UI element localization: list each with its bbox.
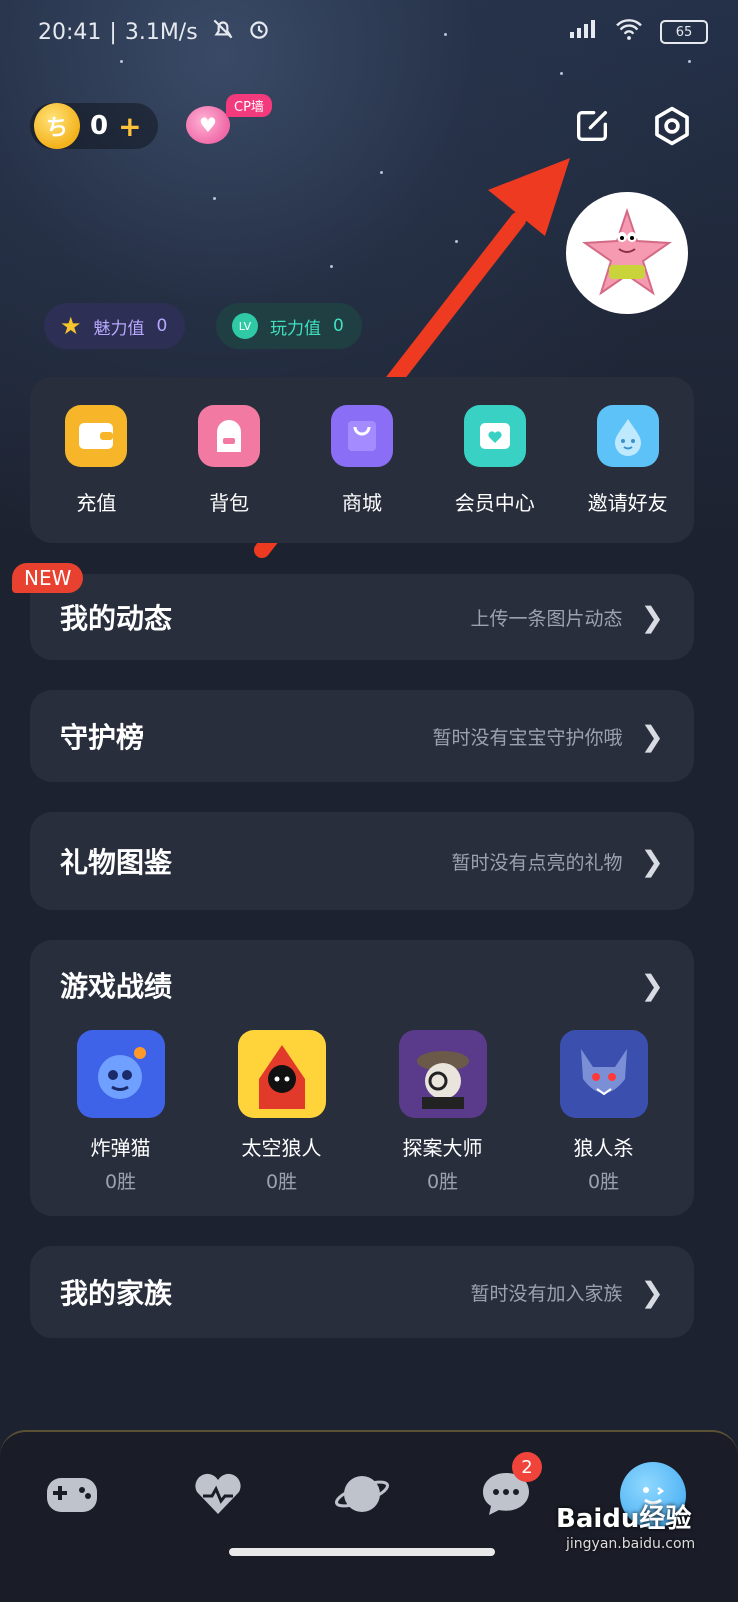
add-coins-icon[interactable]: + — [118, 110, 141, 143]
chevron-right-icon: ❯ — [640, 600, 664, 634]
tab-activity[interactable] — [186, 1462, 250, 1526]
chevron-right-icon: ❯ — [640, 719, 664, 753]
heart-pulse-icon — [195, 1473, 241, 1514]
avatar[interactable] — [566, 192, 688, 314]
settings-icon[interactable] — [648, 102, 696, 150]
my-family-title: 我的家族 — [60, 1277, 173, 1310]
my-moments-title: 我的动态 — [60, 602, 173, 635]
wallet-icon — [65, 405, 128, 467]
recharge-label: 充值 — [76, 491, 117, 515]
game-wins: 0胜 — [426, 1171, 459, 1193]
wallet-pill[interactable]: ち 0 + — [30, 103, 158, 149]
wifi-icon — [614, 17, 644, 47]
watermark-url: jingyan.baidu.com — [566, 1536, 696, 1552]
backpack-label: 背包 — [209, 491, 250, 515]
game-wins: 0胜 — [587, 1171, 620, 1193]
new-badge: NEW — [12, 563, 84, 593]
recharge-button[interactable]: 充值 — [36, 405, 156, 516]
gift-album-row[interactable]: 礼物图鉴 暂时没有点亮的礼物 ❯ — [30, 812, 694, 910]
detective-icon — [398, 1030, 487, 1118]
star-icon: ★ — [60, 312, 82, 340]
battery-icon: 65 — [660, 20, 708, 44]
shopping-bag-icon — [330, 405, 393, 467]
signal-icon — [568, 18, 598, 46]
game-name: 探案大师 — [402, 1136, 483, 1160]
coin-balance: 0 — [90, 111, 109, 141]
chevron-right-icon: ❯ — [640, 968, 664, 1002]
shop-button[interactable]: 商城 — [302, 405, 422, 516]
game-records-header[interactable]: 游戏战绩 ❯ — [30, 940, 694, 1030]
vip-card-icon — [463, 405, 526, 467]
tab-games[interactable] — [40, 1462, 104, 1526]
space-werewolf-icon — [237, 1030, 326, 1118]
game-wins: 0胜 — [104, 1171, 137, 1193]
charm-value: 0 — [156, 316, 168, 336]
gamepad-icon — [47, 1478, 97, 1512]
guard-list-subtitle: 暂时没有宝宝守护你哦 — [432, 726, 623, 749]
gift-album-title: 礼物图鉴 — [60, 846, 173, 879]
my-moments-row[interactable]: 我的动态 上传一条图片动态 ❯ — [30, 574, 694, 660]
game-item[interactable]: 太空狼人 0胜 — [207, 1030, 357, 1194]
backpack-icon — [198, 405, 261, 467]
cp-wall-button[interactable]: ♥ — [186, 106, 230, 144]
watermark-logo: Baidu经验 — [556, 1504, 692, 1534]
edit-icon[interactable] — [568, 102, 616, 150]
invite-friends-button[interactable]: 邀请好友 — [568, 405, 688, 516]
droplet-face-icon — [596, 405, 659, 467]
play-badge[interactable]: LV 玩力值 0 — [216, 303, 362, 349]
game-item[interactable]: 探案大师 0胜 — [368, 1030, 518, 1194]
level-icon: LV — [232, 313, 258, 339]
chevron-right-icon: ❯ — [640, 1275, 664, 1309]
home-indicator[interactable] — [229, 1548, 495, 1556]
game-records-card: 游戏战绩 ❯ 炸弹猫 0胜 太空狼人 0胜 探案大师 0胜 狼人杀 0胜 — [30, 940, 694, 1216]
coin-icon: ち — [34, 103, 80, 149]
chevron-right-icon: ❯ — [640, 844, 664, 878]
guard-list-row[interactable]: 守护榜 暂时没有宝宝守护你哦 ❯ — [30, 690, 694, 782]
battery-level: 65 — [675, 24, 693, 40]
game-list: 炸弹猫 0胜 太空狼人 0胜 探案大师 0胜 狼人杀 0胜 — [30, 1030, 694, 1194]
mute-icon — [210, 16, 236, 48]
patrick-star-icon — [582, 207, 672, 296]
shop-label: 商城 — [341, 491, 382, 515]
play-value: 0 — [333, 316, 344, 336]
game-item[interactable]: 狼人杀 0胜 — [529, 1030, 679, 1194]
vip-center-label: 会员中心 — [454, 491, 535, 515]
bomb-cat-icon — [76, 1030, 165, 1118]
cp-wall-tag: CP墙 — [226, 94, 272, 117]
alarm-icon — [246, 16, 272, 48]
my-family-subtitle: 暂时没有加入家族 — [470, 1282, 623, 1305]
game-name: 狼人杀 — [573, 1136, 634, 1160]
werewolf-icon — [559, 1030, 648, 1118]
play-label: 玩力值 — [270, 318, 321, 339]
message-count-badge: 2 — [512, 1452, 542, 1482]
vip-center-button[interactable]: 会员中心 — [435, 405, 555, 516]
game-records-title: 游戏战绩 — [60, 970, 173, 1003]
game-item[interactable]: 炸弹猫 0胜 — [46, 1030, 196, 1194]
guard-list-title: 守护榜 — [60, 721, 145, 754]
backpack-button[interactable]: 背包 — [169, 405, 289, 516]
quick-menu: 充值 背包 商城 会员中心 邀请好友 — [30, 377, 694, 543]
planet-icon — [334, 1476, 390, 1512]
game-name: 炸弹猫 — [90, 1136, 151, 1160]
my-family-row[interactable]: 我的家族 暂时没有加入家族 ❯ — [30, 1246, 694, 1338]
status-time: 20:41 — [38, 19, 102, 45]
invite-friends-label: 邀请好友 — [587, 491, 668, 515]
game-wins: 0胜 — [265, 1171, 298, 1193]
charm-label: 魅力值 — [93, 318, 145, 339]
charm-badge[interactable]: ★ 魅力值 0 — [44, 303, 186, 349]
my-moments-subtitle: 上传一条图片动态 — [470, 607, 623, 630]
status-bar: 20:41 | 3.1M/s 65 — [38, 14, 708, 50]
tab-discover[interactable] — [330, 1462, 394, 1526]
game-name: 太空狼人 — [241, 1136, 322, 1160]
status-speed: 3.1M/s — [124, 19, 198, 45]
gift-album-subtitle: 暂时没有点亮的礼物 — [451, 851, 623, 874]
heart-icon: ♥ — [199, 113, 217, 137]
